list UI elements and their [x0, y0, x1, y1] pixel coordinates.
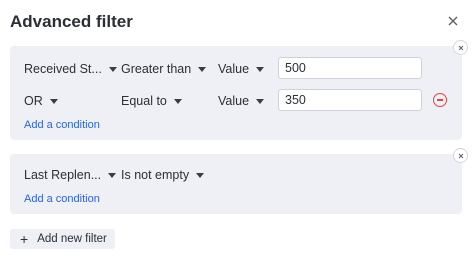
chevron-down-icon: [108, 66, 117, 72]
plus-icon: +: [20, 231, 29, 247]
value-type-select-label: Value: [218, 94, 250, 108]
filter-group-2: Last Replen... Is not empty Add a condit…: [10, 148, 468, 214]
remove-group-icon[interactable]: [453, 148, 468, 163]
value-input[interactable]: 500: [278, 57, 422, 79]
connector-select[interactable]: OR: [24, 94, 58, 108]
field-select[interactable]: Last Replen...: [24, 168, 117, 182]
remove-condition-icon[interactable]: [433, 93, 447, 107]
chevron-down-icon: [198, 66, 207, 72]
remove-group-icon[interactable]: [453, 40, 468, 55]
operator-select[interactable]: Equal to: [121, 94, 182, 108]
field-select[interactable]: Received St...: [24, 62, 117, 76]
add-new-filter-label: Add new filter: [37, 233, 107, 245]
filter-group-1: Received St... Greater than Value 500 OR…: [10, 40, 468, 140]
value-type-select[interactable]: Value: [218, 62, 265, 76]
chevron-down-icon: [256, 98, 265, 104]
dialog-header: Advanced filter: [10, 12, 464, 36]
value-type-select-label: Value: [218, 62, 250, 76]
add-condition-link[interactable]: Add a condition: [24, 193, 100, 205]
chevron-down-icon: [173, 98, 182, 104]
close-icon[interactable]: [444, 12, 462, 30]
add-condition-link[interactable]: Add a condition: [24, 119, 100, 131]
dialog-title: Advanced filter: [10, 12, 133, 31]
field-select-label: Last Replen...: [24, 168, 102, 182]
operator-select-label: Equal to: [121, 94, 167, 108]
value-type-select[interactable]: Value: [218, 94, 265, 108]
operator-select[interactable]: Greater than: [121, 62, 207, 76]
chevron-down-icon: [196, 172, 205, 178]
operator-select-label: Is not empty: [121, 168, 190, 182]
chevron-down-icon: [108, 172, 117, 178]
connector-select-label: OR: [24, 94, 43, 108]
operator-select-label: Greater than: [121, 62, 192, 76]
operator-select[interactable]: Is not empty: [121, 168, 205, 182]
add-new-filter-button[interactable]: + Add new filter: [10, 229, 115, 249]
value-input[interactable]: 350: [278, 89, 422, 111]
chevron-down-icon: [256, 66, 265, 72]
field-select-label: Received St...: [24, 62, 102, 76]
chevron-down-icon: [49, 98, 58, 104]
